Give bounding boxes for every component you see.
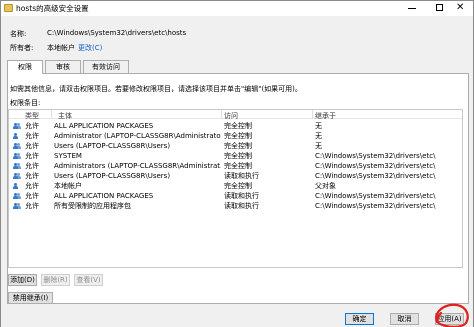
row-access: 读取和执行 <box>224 202 259 210</box>
maximize-icon <box>436 4 443 11</box>
row-inherited-from: 无 <box>315 122 322 130</box>
table-row[interactable]: 允许 ALL APPLICATION PACKAGES 完全控制 无 <box>9 121 462 131</box>
group-icon <box>13 163 22 169</box>
row-type: 允许 <box>25 172 39 180</box>
row-inherited-from: 无 <box>315 142 322 150</box>
column-divider <box>221 110 222 119</box>
minimize-button[interactable] <box>401 1 425 16</box>
table-row[interactable]: 允许 Users (LAPTOP-CLASSG8R\Users) 完全控制 无 <box>9 141 462 151</box>
row-principal: 本地帐户 <box>54 182 82 190</box>
row-access: 读取和执行 <box>224 172 259 180</box>
group-icon <box>13 193 22 199</box>
change-owner-link[interactable]: 更改(C) <box>78 43 102 53</box>
owner-value: 本地帐户 <box>47 44 75 52</box>
row-inherited-from: 父对象 <box>315 182 336 190</box>
column-inherited-from[interactable]: 继承于 <box>315 111 336 121</box>
owner-label: 所有者: <box>10 44 34 52</box>
row-principal: Administrators (LAPTOP-CLASSG8R\Administ… <box>54 162 221 170</box>
group-icon <box>13 203 22 209</box>
row-principal: Administrator (LAPTOP-CLASSG8R\Administr… <box>54 132 221 140</box>
title-bar[interactable]: hosts的高级安全设置 ✕ <box>1 1 473 16</box>
row-type: 允许 <box>25 202 39 210</box>
window-title: hosts的高级安全设置 <box>16 4 89 13</box>
row-type: 允许 <box>25 192 39 200</box>
permission-entries-table[interactable]: 类型 主体 访问 继承于 允许 ALL APPLICATION PACKAGES… <box>8 109 463 268</box>
table-row[interactable]: 允许 本地帐户 完全控制 父对象 <box>9 181 462 191</box>
row-access: 完全控制 <box>224 132 252 140</box>
view-button[interactable]: 查看(V) <box>74 274 103 286</box>
name-label: 名称: <box>10 30 27 38</box>
add-button[interactable]: 添加(D) <box>8 274 37 286</box>
cancel-button[interactable]: 取消 <box>390 313 419 325</box>
row-inherited-from: C:\Windows\System32\drivers\etc\ <box>315 172 436 180</box>
column-divider <box>51 110 52 119</box>
row-type: 允许 <box>25 152 39 160</box>
row-principal: ALL APPLICATION PACKAGES <box>54 192 154 200</box>
group-icon <box>13 173 22 179</box>
row-type: 允许 <box>25 162 39 170</box>
row-inherited-from: C:\Windows\System32\drivers\etc\ <box>315 202 436 210</box>
security-settings-window: hosts的高级安全设置 ✕ 名称: C:\Windows\System32\d… <box>0 0 474 327</box>
row-access: 完全控制 <box>224 152 252 160</box>
ok-button[interactable]: 确定 <box>345 313 374 325</box>
tab-auditing[interactable]: 审核 <box>45 60 81 73</box>
row-inherited-from: C:\Windows\System32\drivers\etc\ <box>315 162 436 170</box>
group-icon <box>13 123 22 129</box>
row-access: 完全控制 <box>224 142 252 150</box>
tab-effective-access[interactable]: 有效访问 <box>83 60 129 73</box>
table-row[interactable]: 允许 SYSTEM 完全控制 C:\Windows\System32\drive… <box>9 151 462 161</box>
column-type[interactable]: 类型 <box>25 111 39 121</box>
row-access: 完全控制 <box>224 122 252 130</box>
group-icon <box>13 143 22 149</box>
remove-button[interactable]: 删除(R) <box>41 274 70 286</box>
row-principal: SYSTEM <box>54 152 82 160</box>
permissions-description: 如需其他信息，请双击权限项目。若要修改权限项目，请选择该项目并单击"编辑"(如果… <box>10 85 302 93</box>
table-row[interactable]: 允许 Administrator (LAPTOP-CLASSG8R\Admini… <box>9 131 462 141</box>
row-principal: Users (LAPTOP-CLASSG8R\Users) <box>54 172 171 180</box>
row-type: 允许 <box>25 122 39 130</box>
row-access: 完全控制 <box>224 162 252 170</box>
table-header: 类型 主体 访问 继承于 <box>9 110 462 121</box>
name-value: C:\Windows\System32\drivers\etc\hosts <box>47 29 187 37</box>
row-principal: Users (LAPTOP-CLASSG8R\Users) <box>54 142 171 150</box>
column-divider <box>312 110 313 119</box>
row-access: 完全控制 <box>224 182 252 190</box>
row-type: 允许 <box>25 182 39 190</box>
row-type: 允许 <box>25 142 39 150</box>
table-row[interactable]: 允许 所有受限制的应用程序包 读取和执行 C:\Windows\System32… <box>9 201 462 211</box>
row-principal: 所有受限制的应用程序包 <box>54 202 131 210</box>
row-principal: ALL APPLICATION PACKAGES <box>54 122 154 130</box>
entries-label: 权限条目: <box>10 99 41 107</box>
row-access: 读取和执行 <box>224 192 259 200</box>
close-icon: ✕ <box>456 2 465 13</box>
table-row[interactable]: 允许 ALL APPLICATION PACKAGES 读取和执行 C:\Win… <box>9 191 462 201</box>
table-row[interactable]: 允许 Users (LAPTOP-CLASSG8R\Users) 读取和执行 C… <box>9 171 462 181</box>
row-type: 允许 <box>25 132 39 140</box>
user-icon <box>13 183 22 189</box>
disable-inheritance-button[interactable]: 禁用继承(I) <box>8 292 53 304</box>
close-button[interactable]: ✕ <box>453 1 474 16</box>
minimize-icon <box>408 8 416 9</box>
row-inherited-from: C:\Windows\System32\drivers\etc\ <box>315 152 436 160</box>
tab-permissions[interactable]: 权限 <box>7 60 43 74</box>
row-inherited-from: 无 <box>315 132 322 140</box>
column-access[interactable]: 访问 <box>224 111 238 121</box>
apply-button[interactable]: 应用(A) <box>435 313 464 325</box>
row-inherited-from: C:\Windows\System32\drivers\etc\ <box>315 192 436 200</box>
maximize-button[interactable] <box>429 1 453 16</box>
folder-icon <box>4 4 13 12</box>
user-icon <box>13 133 22 139</box>
column-principal[interactable]: 主体 <box>58 111 72 121</box>
table-row[interactable]: 允许 Administrators (LAPTOP-CLASSG8R\Admin… <box>9 161 462 171</box>
group-icon <box>13 153 22 159</box>
